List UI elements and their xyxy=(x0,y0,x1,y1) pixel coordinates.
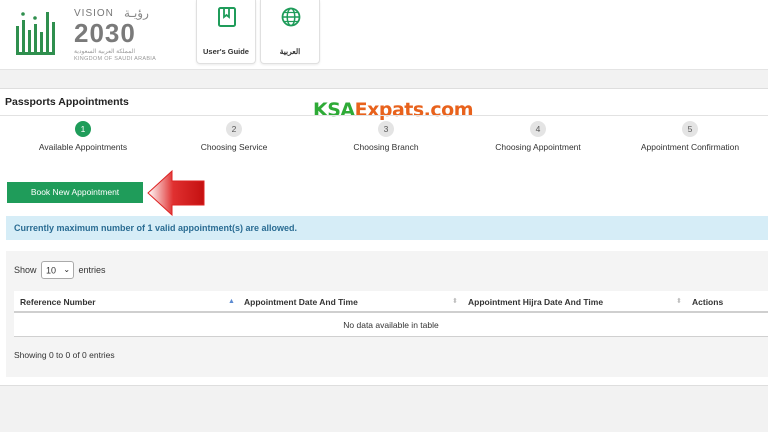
globe-icon xyxy=(281,7,301,27)
column-header-hijra-date[interactable]: Appointment Hijra Date And Time xyxy=(468,291,603,313)
sort-ascending-icon[interactable]: ▲ xyxy=(228,291,235,313)
page-title: Passports Appointments xyxy=(5,96,129,108)
kingdom-name-ar: المملكة العربية السعودية xyxy=(74,49,136,55)
step-number: 2 xyxy=(226,121,242,137)
entries-label: entries xyxy=(78,265,106,275)
book-icon xyxy=(218,7,236,27)
entries-select[interactable]: 10 ⌄ xyxy=(41,261,75,279)
table-info: Showing 0 to 0 of 0 entries xyxy=(14,350,115,360)
step-label: Available Appointments xyxy=(38,142,128,152)
step-number: 1 xyxy=(75,121,91,137)
show-label: Show xyxy=(14,265,37,275)
watermark: KSAExpats.com xyxy=(313,99,474,121)
sort-icon[interactable]: ⬍ xyxy=(452,291,458,313)
step-number: 5 xyxy=(682,121,698,137)
vision-2030-logo: VISION رؤيـة 2030 المملكة العربية السعود… xyxy=(74,6,164,64)
left-arrow-icon xyxy=(147,169,205,217)
table-header: Reference Number ▲ Appointment Date And … xyxy=(14,291,768,313)
appointments-table-card: Show 10 ⌄ entries Reference Number ▲ App… xyxy=(6,251,768,377)
step-label: Choosing Service xyxy=(200,142,268,152)
watermark-part2: Expats.com xyxy=(354,99,474,121)
site-header: VISION رؤيـة 2030 المملكة العربية السعود… xyxy=(0,0,768,70)
kingdom-name-en: KINGDOM OF SAUDI ARABIA xyxy=(74,56,157,62)
table-empty-row: No data available in table xyxy=(14,313,768,337)
column-header-reference[interactable]: Reference Number xyxy=(20,291,96,313)
page-length-control: Show 10 ⌄ entries xyxy=(14,261,106,279)
watermark-part1: KSA xyxy=(313,99,355,121)
divider xyxy=(0,115,768,116)
appointments-table: Reference Number ▲ Appointment Date And … xyxy=(14,291,768,337)
absher-logo[interactable] xyxy=(14,6,60,62)
sort-icon[interactable]: ⬍ xyxy=(676,291,682,313)
users-guide-button[interactable]: User's Guide xyxy=(196,0,256,64)
step-label: Choosing Appointment xyxy=(495,142,581,152)
language-arabic-button[interactable]: العربية xyxy=(260,0,320,64)
step-label: Appointment Confirmation xyxy=(640,142,740,152)
column-header-actions[interactable]: Actions xyxy=(692,291,723,313)
book-new-appointment-button[interactable]: Book New Appointment xyxy=(7,182,143,203)
step-number: 4 xyxy=(530,121,546,137)
step-label: Choosing Branch xyxy=(353,142,419,152)
chevron-down-icon: ⌄ xyxy=(63,265,71,274)
vision-year: 2030 xyxy=(74,18,136,48)
column-header-date[interactable]: Appointment Date And Time xyxy=(244,291,358,313)
step-number: 3 xyxy=(378,121,394,137)
language-arabic-label: العربية xyxy=(279,47,301,56)
max-appointments-alert: Currently maximum number of 1 valid appo… xyxy=(6,216,768,240)
users-guide-label: User's Guide xyxy=(203,47,249,56)
entries-value: 10 xyxy=(46,265,57,276)
appointments-panel: Passports Appointments KSAExpats.com 1 A… xyxy=(0,88,768,386)
